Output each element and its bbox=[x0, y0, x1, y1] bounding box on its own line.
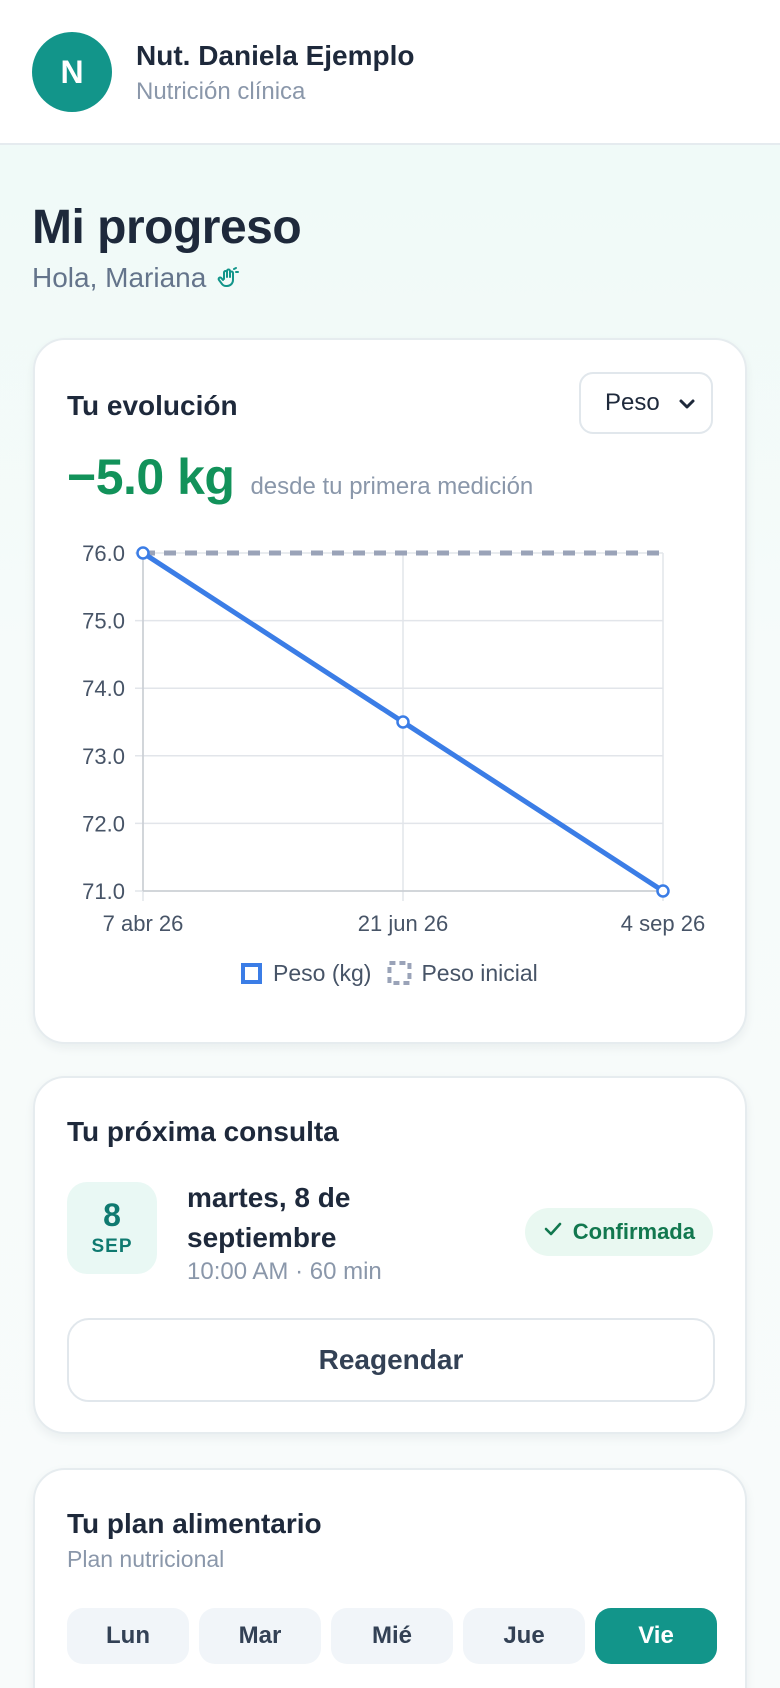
page-title: Mi progreso bbox=[32, 201, 302, 254]
legend-swatch bbox=[241, 963, 262, 984]
evolution-card: Tu evolución Peso −5.0 kg desde tu prime… bbox=[33, 338, 747, 1044]
y-tick-label: 71.0 bbox=[82, 879, 125, 904]
day-tab-1[interactable]: Mar bbox=[199, 1608, 321, 1664]
check-icon bbox=[543, 1219, 563, 1245]
x-tick-label: 7 abr 26 bbox=[103, 911, 184, 936]
day-tab-3[interactable]: Jue bbox=[463, 1608, 585, 1664]
top-bar: N Nut. Daniela Ejemplo Nutrición clínica bbox=[0, 0, 780, 145]
day-tabs: Lun Mar Mié Jue Vie bbox=[67, 1608, 717, 1664]
y-tick-label: 72.0 bbox=[82, 811, 125, 836]
data-point bbox=[136, 546, 150, 560]
nutritionist-name: Nut. Daniela Ejemplo bbox=[136, 40, 415, 71]
greeting: Hola, Mariana bbox=[32, 262, 240, 294]
date-day: 8 bbox=[103, 1197, 121, 1233]
meal-plan-card: Tu plan alimentario Plan nutricional Lun… bbox=[33, 1468, 747, 1688]
date-month: SEP bbox=[91, 1236, 133, 1257]
meal-plan-title: Tu plan alimentario bbox=[67, 1508, 322, 1539]
reschedule-button[interactable]: Reagendar bbox=[67, 1318, 715, 1402]
day-tab-2[interactable]: Mié bbox=[331, 1608, 453, 1664]
y-tick-label: 74.0 bbox=[82, 676, 125, 701]
data-point bbox=[396, 715, 410, 729]
meal-plan-subtitle: Plan nutricional bbox=[67, 1546, 225, 1572]
appointment-time: 10:00 AM · 60 min bbox=[187, 1258, 382, 1285]
date-badge: 8 SEP bbox=[67, 1182, 157, 1274]
legend-label: Peso inicial bbox=[421, 960, 537, 986]
appointment-title: Tu próxima consulta bbox=[67, 1116, 339, 1147]
legend-label: Peso (kg) bbox=[273, 960, 371, 986]
appointment-date: martes, 8 de septiembre bbox=[187, 1182, 351, 1253]
status-text: Confirmada bbox=[572, 1219, 695, 1244]
day-tab-0[interactable]: Lun bbox=[67, 1608, 189, 1664]
x-tick-label: 21 jun 26 bbox=[358, 911, 449, 936]
data-point bbox=[656, 884, 670, 898]
avatar-initial: N bbox=[60, 53, 84, 90]
avatar[interactable]: N bbox=[32, 32, 112, 112]
y-tick-label: 73.0 bbox=[82, 744, 125, 769]
day-tab-4[interactable]: Vie bbox=[595, 1608, 717, 1664]
x-tick-label: 4 sep 26 bbox=[621, 911, 705, 936]
weight-chart: 76.0 75.0 74.0 73.0 72.0 71.0 7 abr 26 21 jun 2… bbox=[82, 541, 705, 986]
status-badge: Confirmada bbox=[524, 1208, 713, 1256]
greeting-text: Hola, Mariana bbox=[32, 262, 207, 293]
waving-hand-icon bbox=[216, 266, 240, 290]
appointment-card: Tu próxima consulta 8 SEP martes, 8 de s… bbox=[33, 1076, 747, 1434]
nutritionist-specialty: Nutrición clínica bbox=[136, 78, 306, 105]
legend-swatch bbox=[387, 961, 412, 985]
y-tick-label: 75.0 bbox=[82, 609, 125, 634]
y-tick-label: 76.0 bbox=[82, 541, 125, 566]
